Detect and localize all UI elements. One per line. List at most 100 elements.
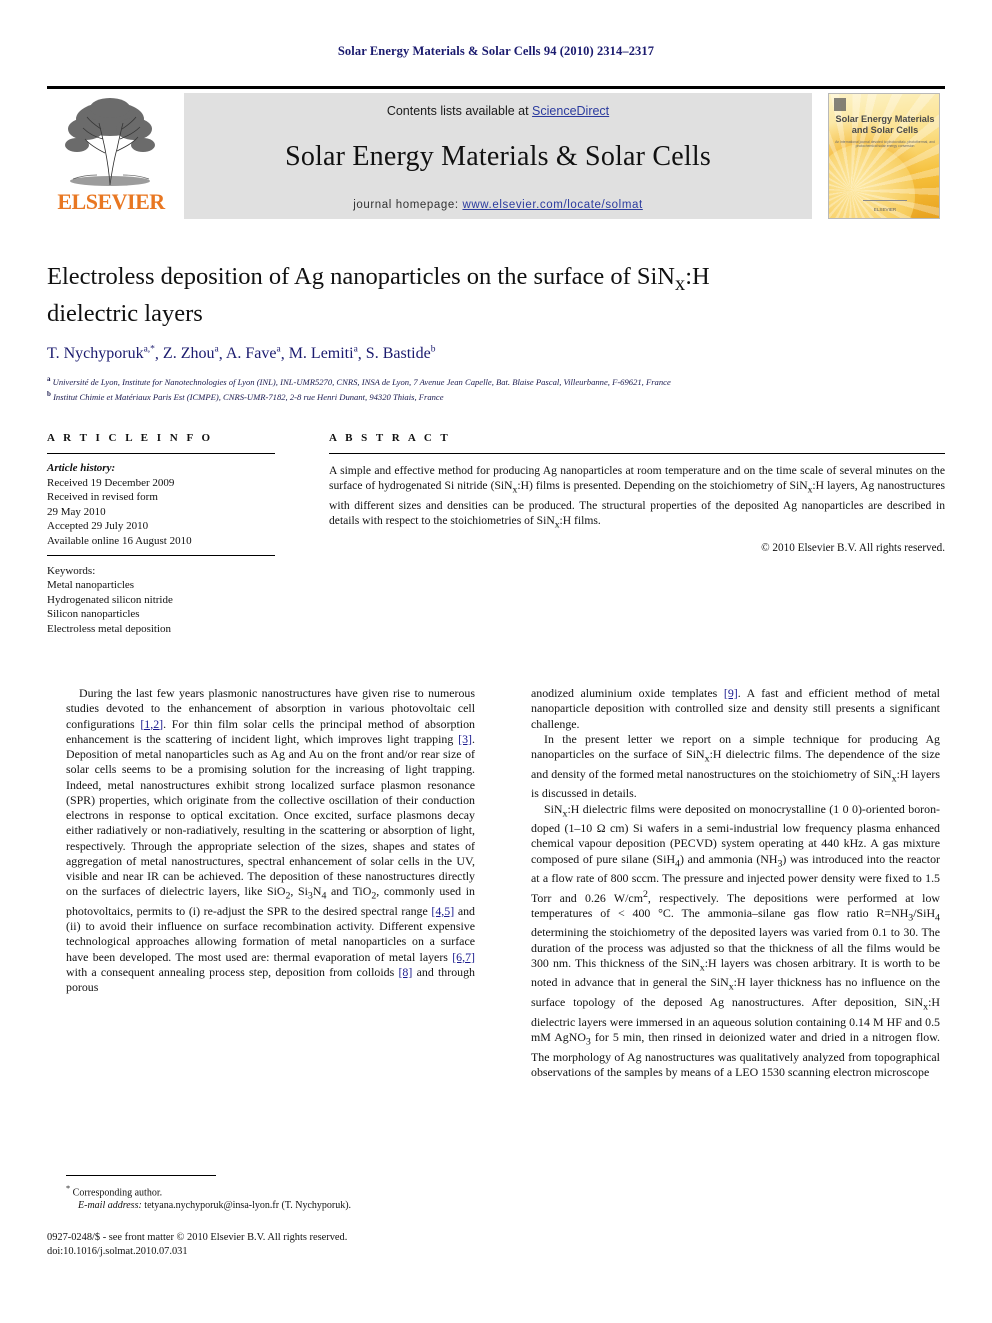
- abstract-copyright: © 2010 Elsevier B.V. All rights reserved…: [761, 542, 945, 555]
- running-head: Solar Energy Materials & Solar Cells 94 …: [337, 44, 655, 58]
- journal-band: Contents lists available at ScienceDirec…: [184, 93, 812, 219]
- journal-homepage-link[interactable]: www.elsevier.com/locate/solmat: [462, 199, 642, 211]
- author-item[interactable]: A. Favea: [226, 345, 281, 362]
- email-note: E-mail address: tetyana.nychyporuk@insa-…: [66, 1199, 475, 1212]
- article-title-part1: Electroless deposition of Ag nanoparticl…: [47, 263, 675, 290]
- affiliation-text: Université de Lyon, Institute for Nanote…: [52, 377, 671, 388]
- issn-copyright-line: 0927-0248/$ - see front matter © 2010 El…: [47, 1232, 348, 1243]
- author-name: Z. Zhou: [162, 345, 215, 363]
- cover-subtitle: An international journal devoted to phot…: [835, 140, 935, 149]
- article-history-line: Available online 16 August 2010: [47, 534, 192, 547]
- contents-prefix: Contents lists available at: [386, 104, 533, 118]
- article-info-heading: A R T I C L E I N F O: [47, 432, 214, 444]
- affiliation-mark: a: [47, 375, 51, 384]
- body-seg: anodized aluminium oxide templates: [531, 686, 724, 700]
- keyword-item: Metal nanoparticles: [47, 579, 135, 592]
- affiliation-text: Institut Chimie et Matériaux Paris Est (…: [53, 392, 444, 403]
- journal-title: Solar Energy Materials & Solar Cells: [285, 141, 711, 172]
- keywords-rule: [47, 554, 275, 556]
- author-affil-mark: a,*: [143, 344, 155, 355]
- email-label: E-mail address:: [78, 1200, 142, 1212]
- article-history-line: Accepted 29 July 2010: [47, 520, 149, 533]
- affiliation-mark: b: [47, 390, 51, 399]
- author-item[interactable]: M. Lemitia: [289, 345, 358, 362]
- page-title: Electroless deposition of Ag nanoparticl…: [47, 262, 945, 329]
- elsevier-logo: ELSEVIER: [47, 93, 175, 219]
- abstract-seg: :H films.: [559, 513, 601, 527]
- author-affil-mark: b: [430, 344, 436, 355]
- body-seg: , Si: [290, 884, 308, 899]
- article-history-block: Article history: Received 19 December 20…: [47, 461, 275, 549]
- corresponding-author-note: * Corresponding author.: [66, 1182, 475, 1199]
- article-history-label: Article history:: [47, 462, 116, 474]
- body-seg: with a consequent annealing process step…: [66, 964, 399, 979]
- abstract-column: A B S T R A C T A simple and effective m…: [329, 432, 945, 554]
- body-seg: . Deposition of metal nanoparticles such…: [66, 731, 475, 899]
- keyword-item: Hydrogenated silicon nitride: [47, 593, 173, 606]
- corresponding-author-text: Corresponding author.: [72, 1187, 163, 1199]
- footnote-area: * Corresponding author. E-mail address: …: [66, 1175, 475, 1212]
- affiliation-item: a Université de Lyon, Institute for Nano…: [47, 373, 945, 388]
- keywords-label: Keywords:: [47, 564, 96, 577]
- formula-sub: 4: [935, 912, 940, 924]
- body-seg: for 5 min, then rinsed in deionized wate…: [531, 1029, 940, 1079]
- article-info-column: A R T I C L E I N F O Article history: R…: [47, 432, 275, 637]
- homepage-prefix: journal homepage:: [353, 199, 463, 211]
- cover-title-line2: and Solar Cells: [851, 125, 919, 135]
- citation-link[interactable]: [8]: [398, 965, 412, 979]
- body-seg: SiN: [544, 801, 563, 816]
- author-affil-mark: a: [214, 344, 219, 355]
- author-item[interactable]: S. Bastideb: [366, 345, 436, 362]
- keyword-item: Electroless metal deposition: [47, 622, 172, 635]
- abstract-text: A simple and effective method for produc…: [329, 463, 945, 532]
- article-history-line: Received in revised form: [47, 491, 158, 504]
- affiliation-item: b Institut Chimie et Matériaux Paris Est…: [47, 388, 945, 403]
- journal-masthead: ELSEVIER Contents lists available at Sci…: [47, 86, 945, 219]
- citation-link[interactable]: [6,7]: [452, 950, 475, 964]
- cover-elsevier-mark-icon: [834, 98, 846, 111]
- citation-link[interactable]: [9]: [724, 686, 738, 700]
- article-info-rule: [47, 453, 275, 454]
- article-history-line: Received 19 December 2009: [47, 476, 175, 489]
- body-paragraph: In the present letter we report on a sim…: [531, 732, 940, 802]
- journal-cover-thumbnail: Solar Energy Materials and Solar Cells A…: [828, 93, 940, 219]
- email-address[interactable]: tetyana.nychyporuk@insa-lyon.fr (T. Nych…: [144, 1200, 351, 1211]
- body-seg: /SiH: [913, 905, 936, 920]
- abstract-heading: A B S T R A C T: [329, 432, 451, 444]
- body-seg: ) and ammonia (NH: [680, 851, 778, 866]
- author-name: A. Fave: [225, 345, 277, 363]
- cover-divider: [863, 200, 907, 201]
- author-list: T. Nychyporuka,*, Z. Zhoua, A. Favea, M.…: [47, 344, 436, 363]
- author-item[interactable]: T. Nychyporuka,*: [47, 345, 155, 362]
- author-name: S. Bastide: [365, 345, 431, 363]
- article-title-part2: :H: [685, 263, 710, 290]
- elsevier-tree-icon: [55, 93, 165, 189]
- elsevier-wordmark: ELSEVIER: [57, 189, 165, 214]
- affiliation-list: a Université de Lyon, Institute for Nano…: [47, 373, 945, 404]
- author-affil-mark: a: [353, 344, 358, 355]
- doi-line[interactable]: doi:10.1016/j.solmat.2010.07.031: [47, 1245, 547, 1259]
- contents-available-line: Contents lists available at ScienceDirec…: [184, 104, 812, 118]
- author-item[interactable]: Z. Zhoua: [163, 345, 219, 362]
- author-name: M. Lemiti: [288, 345, 354, 363]
- citation-link[interactable]: [1,2]: [140, 717, 163, 731]
- citation-link[interactable]: [4,5]: [431, 904, 454, 918]
- keywords-block: Keywords: Metal nanoparticles Hydrogenat…: [47, 564, 275, 637]
- body-seg: and TiO: [326, 884, 372, 899]
- abstract-seg: :H) films is presented. Depending on the…: [517, 479, 808, 493]
- body-column-right: anodized aluminium oxide templates [9]. …: [531, 686, 940, 1080]
- citation-link[interactable]: [3]: [458, 732, 472, 746]
- journal-homepage-line: journal homepage: www.elsevier.com/locat…: [184, 199, 812, 211]
- author-affil-mark: a: [276, 344, 281, 355]
- keyword-item: Silicon nanoparticles: [47, 608, 140, 621]
- asterisk-icon: *: [66, 1184, 71, 1193]
- cover-title: Solar Energy Materials and Solar Cells: [829, 114, 939, 136]
- journal-article-page: Solar Energy Materials & Solar Cells 94 …: [0, 0, 992, 1323]
- abstract-rule: [329, 453, 945, 454]
- sciencedirect-link[interactable]: ScienceDirect: [532, 104, 609, 118]
- article-history-line: 29 May 2010: [47, 505, 106, 518]
- body-paragraph: anodized aluminium oxide templates [9]. …: [531, 686, 940, 732]
- body-paragraph: During the last few years plasmonic nano…: [66, 686, 475, 995]
- article-title-line2: dielectric layers: [47, 299, 203, 327]
- author-name: T. Nychyporuk: [47, 345, 144, 363]
